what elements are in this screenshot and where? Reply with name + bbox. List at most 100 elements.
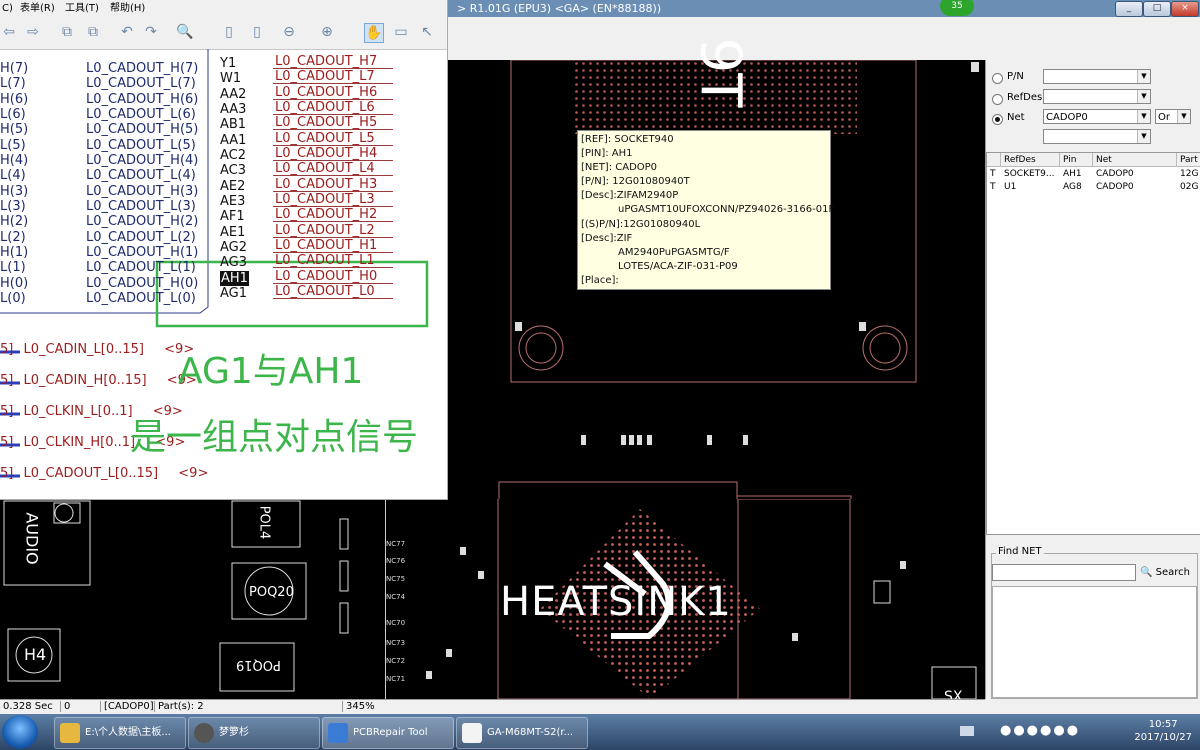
pin-net[interactable]: L0_CADOUT_L5	[275, 131, 375, 146]
pin-number[interactable]: AA3	[220, 102, 246, 117]
pn-combo[interactable]: ▼	[1043, 69, 1151, 84]
refdes-combo[interactable]: ▼	[1043, 89, 1151, 104]
pin-net[interactable]: L0_CADOUT_L7	[275, 69, 375, 84]
zoom-in-icon[interactable]: ⊕	[318, 23, 336, 41]
pin-number[interactable]: AC2	[220, 148, 246, 163]
bus-name[interactable]: L0_CADIN_L[0..15]	[23, 342, 144, 357]
hand-tool-icon[interactable]: ✋	[364, 23, 384, 43]
row-refdes[interactable]: U1	[1004, 180, 1059, 194]
pin-number[interactable]: W1	[220, 71, 241, 86]
pin-number[interactable]: AE1	[220, 225, 245, 240]
pcb-board-lower[interactable]: AUDIO H4 POL4 POQ20 POQ19 HEATSINK1 SX N…	[0, 480, 985, 705]
chevron-down-icon[interactable]: ▼	[1177, 110, 1190, 123]
pin-number-highlighted[interactable]: AH1	[220, 271, 249, 286]
pn-radio[interactable]	[992, 73, 1003, 84]
taskbar-item-pcbrepair[interactable]: PCBRepair Tool	[322, 717, 454, 749]
pin-number[interactable]: AA1	[220, 133, 246, 148]
pin-net[interactable]: L0_CADOUT_L2	[275, 223, 375, 238]
left-signal[interactable]: L0_CADOUT_L(1)	[86, 260, 196, 275]
left-signal[interactable]: L0_CADOUT_L(7)	[86, 76, 196, 91]
notification-badge[interactable]: 35	[940, 0, 974, 16]
pin-number[interactable]: AA2	[220, 87, 246, 102]
menu-item[interactable]: 帮助(H)	[110, 0, 145, 17]
pin-number[interactable]: AE3	[220, 194, 245, 209]
pin-number[interactable]: AG2	[220, 240, 247, 255]
bus-port[interactable]: 5] L0_CADIN_H[0..15] <9>	[0, 373, 197, 388]
minimize-button[interactable]: _	[1115, 1, 1143, 17]
taskbar-item-schematic[interactable]: GA-M68MT-S2(r...	[456, 717, 588, 749]
pin-net[interactable]: L0_CADOUT_H5	[275, 115, 377, 130]
col-part[interactable]: Part	[1177, 153, 1200, 167]
pin-number[interactable]: AG1	[220, 286, 247, 301]
bus-name[interactable]: L0_CADOUT_L[0..15]	[23, 466, 158, 481]
left-signal[interactable]: L0_CADOUT_H(5)	[86, 122, 198, 137]
redo-icon[interactable]: ↷	[142, 23, 160, 41]
pin-net[interactable]: L0_CADOUT_L0	[275, 284, 375, 299]
pin-number[interactable]: AB1	[220, 117, 246, 132]
pin-net[interactable]: L0_CADOUT_H4	[275, 146, 377, 161]
pin-number[interactable]: Y1	[220, 56, 236, 71]
chevron-down-icon[interactable]: ▼	[1137, 130, 1150, 143]
search-button[interactable]: 🔍 Search	[1140, 564, 1195, 581]
pin-number[interactable]: AC3	[220, 163, 246, 178]
pin-net[interactable]: L0_CADOUT_L1	[275, 253, 375, 268]
left-signal[interactable]: L0_CADOUT_H(6)	[86, 92, 198, 107]
back-icon[interactable]: ⇦	[0, 23, 18, 41]
zoom-icon[interactable]: 🔍	[176, 23, 194, 41]
left-signal[interactable]: L0_CADOUT_L(2)	[86, 230, 196, 245]
results-grid[interactable]: RefDes Pin Net Part T SOCKET9... AH1 CAD…	[986, 152, 1200, 535]
find-net-input[interactable]	[992, 564, 1136, 581]
col-net[interactable]: Net	[1093, 153, 1177, 167]
bus-port[interactable]: 5] L0_CADOUT_L[0..15] <9>	[0, 466, 208, 481]
bus-port[interactable]: 5] L0_CADIN_L[0..15] <9>	[0, 342, 194, 357]
logic-combo[interactable]: Or ▼	[1155, 109, 1191, 124]
row-net[interactable]: CADOP0	[1096, 167, 1134, 181]
menu-item[interactable]: C)	[2, 0, 13, 17]
paste-icon[interactable]: ⧉	[84, 23, 102, 41]
menu-item[interactable]: 工具(T)	[65, 0, 99, 17]
pin-net[interactable]: L0_CADOUT_H3	[275, 177, 377, 192]
zoom-out-icon[interactable]: ⊖	[280, 23, 298, 41]
keyboard-icon[interactable]	[960, 726, 974, 736]
left-signal[interactable]: L0_CADOUT_H(4)	[86, 153, 198, 168]
col-refdes[interactable]: RefDes	[1001, 153, 1060, 167]
schematic-window[interactable]: C) 表单(R) 工具(T) 帮助(H) ⇦ ⇨ ⧉ ⧉ ↶ ↷ 🔍 ▯ ▯ ⊖…	[0, 0, 448, 500]
taskbar-item-explorer[interactable]: E:\个人数据\主板...	[54, 717, 186, 749]
pin-net[interactable]: L0_CADOUT_H0	[275, 269, 377, 284]
bus-name[interactable]: L0_CLKIN_H[0..1]	[23, 435, 135, 450]
taskbar-item-chat[interactable]: 梦箩杉	[188, 717, 320, 749]
find-net-results[interactable]	[992, 586, 1197, 698]
row-part[interactable]: 12G	[1180, 167, 1198, 181]
refdes-radio[interactable]	[992, 94, 1003, 105]
menu-item[interactable]: 表单(R)	[20, 0, 55, 17]
row-refdes[interactable]: SOCKET9...	[1004, 167, 1059, 181]
net-radio[interactable]	[992, 114, 1003, 125]
pin-net[interactable]: L0_CADOUT_L3	[275, 192, 375, 207]
left-signal[interactable]: L0_CADOUT_H(3)	[86, 184, 198, 199]
select-area-icon[interactable]: ▭	[392, 23, 410, 41]
row-pin[interactable]: AH1	[1063, 167, 1082, 181]
col-pin[interactable]: Pin	[1060, 153, 1093, 167]
left-signal[interactable]: L0_CADOUT_H(7)	[86, 61, 198, 76]
left-signal[interactable]: L0_CADOUT_L(5)	[86, 138, 196, 153]
pin-net[interactable]: L0_CADOUT_H6	[275, 85, 377, 100]
page-prev-icon[interactable]: ▯	[220, 23, 238, 41]
chevron-down-icon[interactable]: ▼	[1137, 90, 1150, 103]
pin-number[interactable]: AE2	[220, 179, 245, 194]
pin-net[interactable]: L0_CADOUT_H2	[275, 207, 377, 222]
row-part[interactable]: 02G	[1180, 180, 1198, 194]
left-signal[interactable]: L0_CADOUT_L(0)	[86, 291, 196, 306]
qq-tray-icons[interactable]: ●●●●●●	[1000, 723, 1090, 741]
bus-name[interactable]: L0_CADIN_H[0..15]	[23, 373, 146, 388]
page-next-icon[interactable]: ▯	[248, 23, 266, 41]
left-signal[interactable]: L0_CADOUT_L(4)	[86, 168, 196, 183]
pin-net[interactable]: L0_CADOUT_H7	[275, 54, 377, 69]
row-pin[interactable]: AG8	[1063, 180, 1082, 194]
pin-net[interactable]: L0_CADOUT_L6	[275, 100, 375, 115]
left-signal[interactable]: L0_CADOUT_H(1)	[86, 245, 198, 260]
left-signal[interactable]: L0_CADOUT_H(2)	[86, 214, 198, 229]
taskbar-clock[interactable]: 10:57 2017/10/27	[1134, 718, 1192, 744]
extra-combo[interactable]: ▼	[1043, 129, 1151, 144]
chevron-down-icon[interactable]: ▼	[1137, 110, 1150, 123]
left-signal[interactable]: L0_CADOUT_L(3)	[86, 199, 196, 214]
